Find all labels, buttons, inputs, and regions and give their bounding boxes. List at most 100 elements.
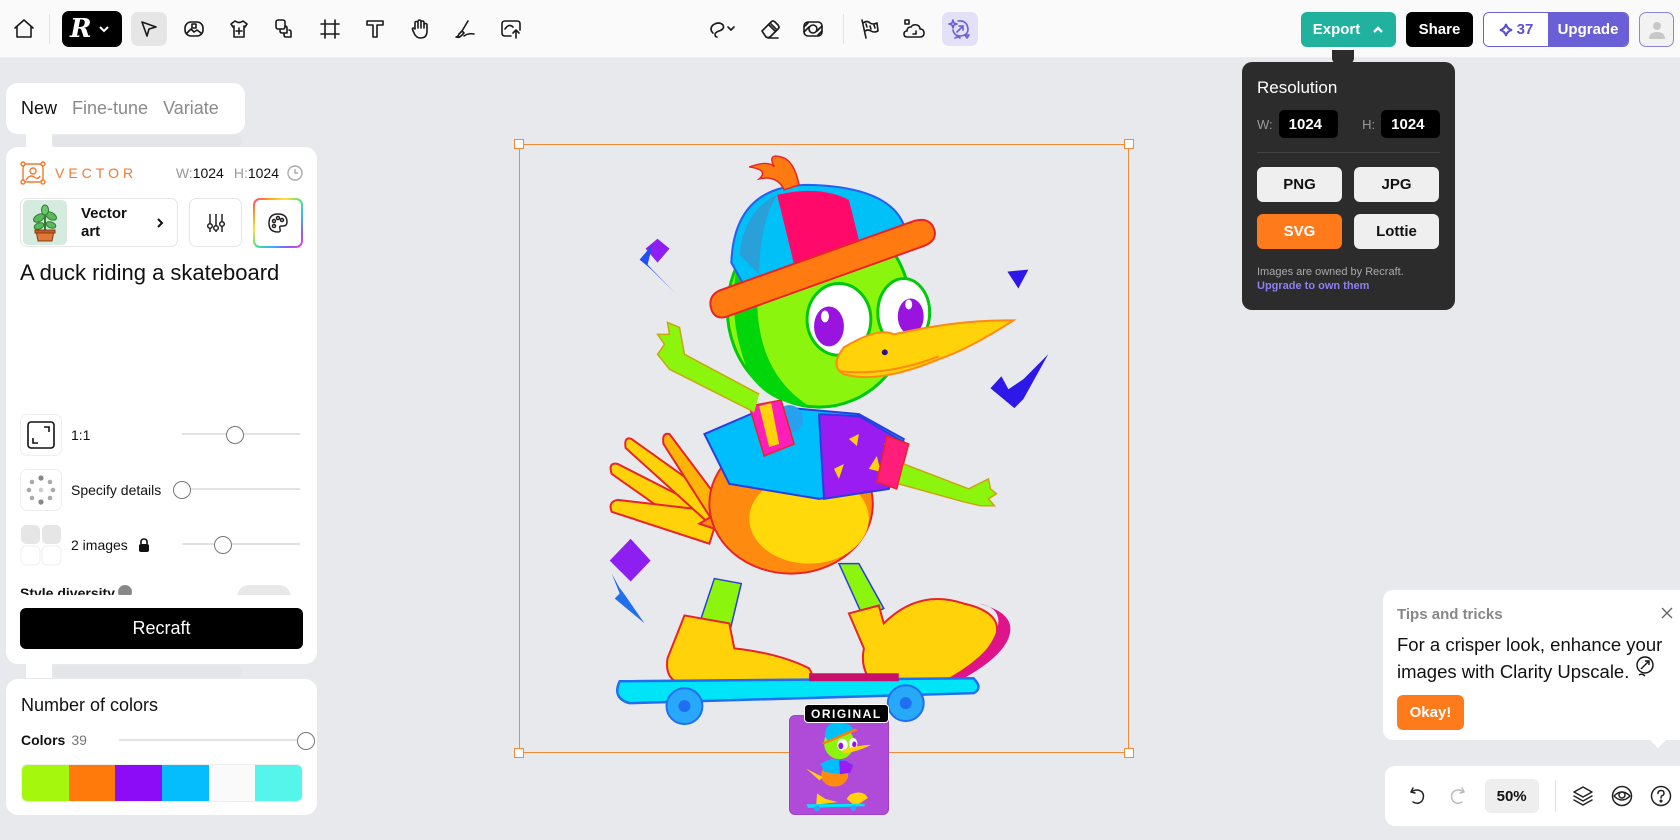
export-button[interactable]: Export: [1301, 12, 1396, 47]
lasso-tool[interactable]: [700, 12, 744, 46]
frame-tool[interactable]: [312, 12, 348, 46]
lock-icon: [138, 538, 149, 552]
tips-popover: Tips and tricks For a crisper look, enha…: [1383, 590, 1680, 740]
color-swatch[interactable]: [68, 765, 116, 801]
resize-handle-top-right[interactable]: [1124, 139, 1134, 149]
upscale-tool[interactable]: [942, 12, 978, 46]
export-height-input[interactable]: 1024: [1381, 110, 1440, 138]
share-button[interactable]: Share: [1406, 12, 1473, 47]
slider-thumb[interactable]: [297, 732, 315, 750]
tab-fine-tune[interactable]: Fine-tune: [72, 98, 148, 119]
color-swatch[interactable]: [115, 765, 163, 801]
specify-details-slider[interactable]: [173, 481, 300, 499]
height-key: H:: [233, 165, 248, 181]
settings-adjust-button[interactable]: [189, 198, 242, 247]
aspect-ratio-row: 1:1: [20, 414, 305, 456]
specify-details-button[interactable]: [20, 469, 62, 511]
vectorize-tool[interactable]: [851, 12, 887, 46]
image-count-button[interactable]: [20, 524, 62, 566]
resize-handle-top-left[interactable]: [514, 139, 524, 149]
width-key: W:: [175, 165, 193, 181]
mockup-tool[interactable]: [221, 12, 257, 46]
resize-handle-bottom-right[interactable]: [1124, 748, 1134, 758]
model-header: VECTOR W:1024 H:1024: [20, 161, 303, 185]
select-tool[interactable]: [131, 12, 167, 46]
export-dropdown: Resolution W: 1024 H: 1024 PNG JPG SVG L…: [1242, 50, 1455, 310]
style-selector[interactable]: Vector art: [20, 198, 178, 247]
resize-handle-bottom-left[interactable]: [514, 748, 524, 758]
color-swatch[interactable]: [162, 765, 209, 801]
preview-button[interactable]: [1602, 776, 1641, 816]
lasso-icon: [710, 22, 735, 38]
original-duck-thumbnail-image: [806, 722, 872, 812]
divider: [1554, 780, 1556, 812]
text-tool[interactable]: [357, 12, 393, 46]
slider-thumb[interactable]: [214, 536, 233, 554]
recraft-logo: R: [70, 14, 92, 44]
dots-circle-icon: [26, 475, 56, 505]
credits-counter[interactable]: 37: [1484, 13, 1548, 46]
original-thumbnail[interactable]: [789, 715, 889, 815]
resolution-title: Resolution: [1257, 78, 1338, 97]
aspect-ratio-slider[interactable]: [182, 426, 300, 444]
eraser-icon: [761, 20, 780, 39]
sliders-icon: [206, 213, 225, 232]
slider-thumb[interactable]: [226, 426, 245, 444]
image-dimensions[interactable]: W:1024 H:1024: [176, 165, 279, 181]
top-toolbar: R Export Share 37 Upgrade: [0, 0, 1680, 58]
style-diversity-toggle[interactable]: [237, 585, 291, 595]
home-button[interactable]: [6, 12, 42, 46]
image-tool[interactable]: [176, 12, 212, 46]
upscale-icon: [1635, 656, 1654, 677]
format-svg-button[interactable]: SVG: [1257, 214, 1342, 249]
redo-icon: [1450, 787, 1465, 805]
upload-tool[interactable]: [493, 12, 529, 46]
help-icon: [1650, 785, 1671, 807]
remove-background-tool[interactable]: [795, 12, 831, 46]
prompt-input[interactable]: A duck riding a skateboard: [20, 259, 305, 379]
tips-body: For a crisper look, enhance your images …: [1397, 633, 1666, 683]
export-width-input[interactable]: 1024: [1278, 110, 1338, 138]
selected-image-frame[interactable]: [514, 139, 1134, 758]
tips-text: For a crisper look, enhance your images …: [1397, 634, 1663, 682]
aspect-ratio-button[interactable]: [20, 414, 62, 456]
undo-button[interactable]: [1399, 776, 1438, 816]
zoom-level[interactable]: 50%: [1484, 779, 1539, 813]
tab-new[interactable]: New: [21, 98, 57, 119]
color-swatch[interactable]: [22, 765, 69, 801]
brush-tool[interactable]: [447, 12, 483, 46]
format-lottie-button[interactable]: Lottie: [1354, 214, 1439, 249]
tab-variate[interactable]: Variate: [163, 98, 219, 119]
image-count-slider[interactable]: [182, 536, 300, 554]
workspace-menu-button[interactable]: R: [62, 11, 122, 47]
eye-icon: [1611, 785, 1633, 807]
history-clock-icon[interactable]: [287, 165, 303, 181]
height-value: 1024: [247, 165, 279, 181]
layers-button[interactable]: [1564, 776, 1603, 816]
upgrade-button[interactable]: Upgrade: [1548, 13, 1628, 46]
color-swatch[interactable]: [255, 765, 302, 801]
slider-thumb[interactable]: [173, 481, 191, 499]
user-avatar[interactable]: [1639, 12, 1674, 47]
redo-button[interactable]: [1438, 776, 1477, 816]
colors-slider[interactable]: [119, 732, 315, 750]
format-png-button[interactable]: PNG: [1257, 167, 1342, 202]
eraser-tool[interactable]: [752, 12, 788, 46]
color-palette-button[interactable]: [253, 198, 303, 248]
toolbar-divider: [843, 14, 844, 44]
undo-icon: [1410, 787, 1425, 805]
upgrade-own-link[interactable]: Upgrade to own them: [1257, 280, 1440, 292]
plant-pot-icon: [33, 204, 57, 241]
format-jpg-button[interactable]: JPG: [1354, 167, 1439, 202]
tips-okay-button[interactable]: Okay!: [1397, 695, 1464, 730]
color-swatch[interactable]: [208, 765, 256, 801]
help-button[interactable]: [1641, 776, 1680, 816]
generate-background-tool[interactable]: [896, 12, 932, 46]
help-icon[interactable]: [118, 585, 132, 595]
hand-tool[interactable]: [402, 12, 438, 46]
duck-skateboard-illustration[interactable]: [520, 145, 1128, 752]
stack-icon: [275, 19, 292, 38]
close-icon[interactable]: [1660, 606, 1674, 620]
layers-tool[interactable]: [266, 12, 302, 46]
recraft-button[interactable]: Recraft: [20, 608, 303, 649]
